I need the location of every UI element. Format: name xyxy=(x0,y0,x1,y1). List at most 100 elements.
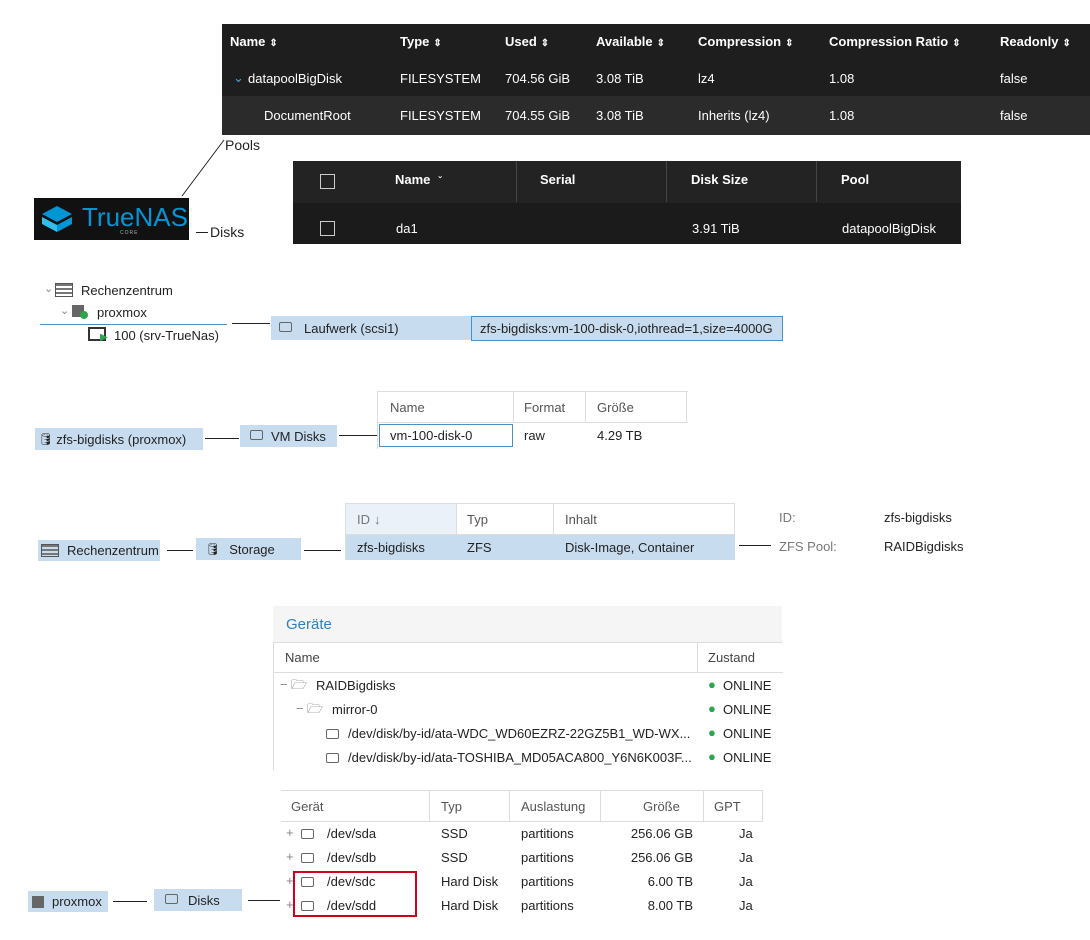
collapse-icon[interactable]: − xyxy=(296,701,304,716)
connector xyxy=(304,550,341,551)
vmdisks-tab[interactable]: VM Disks xyxy=(240,425,337,447)
truenas-logo-icon xyxy=(42,206,72,232)
tree-node[interactable]: proxmox xyxy=(97,305,147,320)
geraete-panel: Geräte Name Zustand − 🗁 RAIDBigdisks ● O… xyxy=(273,606,783,770)
pool-name: datapoolBigDisk xyxy=(248,71,342,86)
table-row[interactable]: + /dev/sda SSD partitions 256.06 GB Ja xyxy=(281,822,763,846)
device-state: ONLINE xyxy=(723,726,772,741)
expand-chevron-icon[interactable]: ⌄ xyxy=(233,70,244,86)
col-pool-header[interactable]: Pool xyxy=(841,172,869,187)
col-divider xyxy=(429,791,430,821)
device-state: ONLINE xyxy=(723,750,772,765)
harddisk-icon xyxy=(165,894,178,904)
geraete-titlebar: Geräte xyxy=(273,606,782,643)
storage-node-item[interactable]: 🛢 zfs-bigdisks (proxmox) xyxy=(35,428,203,450)
vmdisk-name: vm-100-disk-0 xyxy=(390,428,473,443)
expand-icon[interactable]: + xyxy=(286,825,294,840)
online-check-icon: ● xyxy=(708,749,716,764)
pool-readonly: false xyxy=(1000,71,1028,86)
tree-underline xyxy=(40,324,227,325)
storage-tab[interactable]: 🛢 Storage xyxy=(196,538,301,560)
node-item[interactable]: proxmox xyxy=(28,891,108,912)
col-divider xyxy=(513,392,514,422)
device-state: ONLINE xyxy=(723,702,772,717)
table-row[interactable]: vm-100-disk-0 raw 4.29 TB xyxy=(378,424,688,447)
tree-vm[interactable]: 100 (srv-TrueNas) xyxy=(114,328,219,343)
col-divider xyxy=(516,161,517,202)
storage-table: ID ↓ Typ Inhalt zfs-bigdisks ZFS Disk-Ima… xyxy=(345,503,735,560)
col-divider xyxy=(553,504,554,534)
col-serial-header[interactable]: Serial xyxy=(540,172,575,187)
col-typ-header[interactable]: Typ xyxy=(441,799,462,814)
hw-disk-value[interactable]: zfs-bigdisks:vm-100-disk-0,iothread=1,si… xyxy=(471,316,783,341)
col-available-header[interactable]: Available ⇕ xyxy=(596,34,665,49)
table-row[interactable]: DocumentRoot FILESYSTEM 704.55 GiB 3.08 … xyxy=(222,96,1090,135)
col-format-header[interactable]: Format xyxy=(524,400,565,415)
pools-header-row: Name ⇕ Type ⇕ Used ⇕ Available ⇕ Compression… xyxy=(222,24,1090,60)
harddisk-icon xyxy=(279,322,292,332)
detail-pool-value: RAIDBigdisks xyxy=(884,539,964,554)
datacenter-label: Rechenzentrum xyxy=(67,543,159,558)
tree-row[interactable]: /dev/disk/by-id/ata-TOSHIBA_MD05ACA800_Y… xyxy=(273,746,783,770)
datacenter-item[interactable]: Rechenzentrum xyxy=(38,540,160,561)
sort-icon: ⇕ xyxy=(785,38,794,49)
pool-compression: lz4 xyxy=(698,71,715,86)
tree-datacenter[interactable]: Rechenzentrum xyxy=(81,283,173,298)
disk-usage: partitions xyxy=(521,850,574,865)
table-row[interactable]: zfs-bigdisks ZFS Disk-Image, Container xyxy=(346,535,735,560)
truenas-logo: TrueNAS CORE xyxy=(34,198,189,240)
disk-gpt: Ja xyxy=(739,826,753,841)
hw-disk-label: Laufwerk (scsi1) xyxy=(304,320,399,336)
col-name-header[interactable]: Name xyxy=(390,400,425,415)
tree-row[interactable]: − 🗁 RAIDBigdisks ● ONLINE xyxy=(273,674,783,698)
col-disksize-header[interactable]: Disk Size xyxy=(691,172,748,187)
chevron-down-icon[interactable]: ⌄ xyxy=(60,304,69,317)
col-geraet-header[interactable]: Gerät xyxy=(291,799,324,814)
col-used-header[interactable]: Used ⇕ xyxy=(505,34,549,49)
col-gpt-header[interactable]: GPT xyxy=(714,799,741,814)
sort-desc-icon: ˇ xyxy=(438,176,442,187)
table-row[interactable]: + /dev/sdb SSD partitions 256.06 GB Ja xyxy=(281,846,763,870)
disks-tab[interactable]: Disks xyxy=(154,889,242,911)
row-checkbox[interactable] xyxy=(320,221,335,236)
disk-device: /dev/sdb xyxy=(327,850,377,865)
col-ratio-header[interactable]: Compression Ratio ⇕ xyxy=(829,34,961,49)
collapse-icon[interactable]: − xyxy=(280,677,288,692)
storage-icon: 🛢 xyxy=(38,432,54,446)
col-id-header[interactable]: ID ↓ xyxy=(357,512,381,527)
tree-row[interactable]: − 🗁 mirror-0 ● ONLINE xyxy=(273,698,783,722)
col-size-header[interactable]: Größe xyxy=(597,400,634,415)
table-row[interactable]: ⌄ datapoolBigDisk FILESYSTEM 704.56 GiB … xyxy=(222,60,1090,96)
col-name-header[interactable]: Name xyxy=(285,650,320,665)
table-row[interactable]: da1 3.91 TiB datapoolBigDisk xyxy=(293,203,961,244)
disk-gpt: Ja xyxy=(739,898,753,913)
disk-name: da1 xyxy=(396,221,418,236)
harddisk-icon xyxy=(326,753,339,763)
col-groesse-header[interactable]: Größe xyxy=(643,799,680,814)
col-type-header[interactable]: Type ⇕ xyxy=(400,34,442,49)
col-inhalt-header[interactable]: Inhalt xyxy=(565,512,597,527)
resource-tree: ⌄ Rechenzentrum ⌄ proxmox ▶ 100 (srv-Tru… xyxy=(40,280,240,350)
col-name-header[interactable]: Name ˇ xyxy=(395,172,442,187)
col-auslastung-header[interactable]: Auslastung xyxy=(521,799,585,814)
vmdisk-size: 4.29 TB xyxy=(597,428,643,443)
chevron-down-icon[interactable]: ⌄ xyxy=(44,282,53,295)
storage-id: zfs-bigdisks xyxy=(357,540,425,555)
col-typ-header[interactable]: Typ xyxy=(467,512,488,527)
col-readonly-header[interactable]: Readonly ⇕ xyxy=(1000,34,1071,49)
col-zustand-header[interactable]: Zustand xyxy=(708,650,755,665)
col-compression-header[interactable]: Compression ⇕ xyxy=(698,34,793,49)
storage-header: ID ↓ Typ Inhalt xyxy=(346,503,735,535)
select-all-checkbox[interactable] xyxy=(320,174,335,189)
device-name: /dev/disk/by-id/ata-TOSHIBA_MD05ACA800_Y… xyxy=(348,750,692,765)
disk-gpt: Ja xyxy=(739,874,753,889)
connector xyxy=(113,901,147,902)
harddisk-icon xyxy=(250,430,263,440)
storage-tab-label: Storage xyxy=(229,541,275,557)
tree-row[interactable]: /dev/disk/by-id/ata-WDC_WD60EZRZ-22GZ5B1… xyxy=(273,722,783,746)
expand-icon[interactable]: + xyxy=(286,849,294,864)
storage-inhalt: Disk-Image, Container xyxy=(565,540,695,555)
hw-disk-row[interactable]: Laufwerk (scsi1) xyxy=(271,316,471,340)
geraete-header: Name Zustand xyxy=(273,643,783,673)
col-name-header[interactable]: Name ⇕ xyxy=(230,34,278,49)
